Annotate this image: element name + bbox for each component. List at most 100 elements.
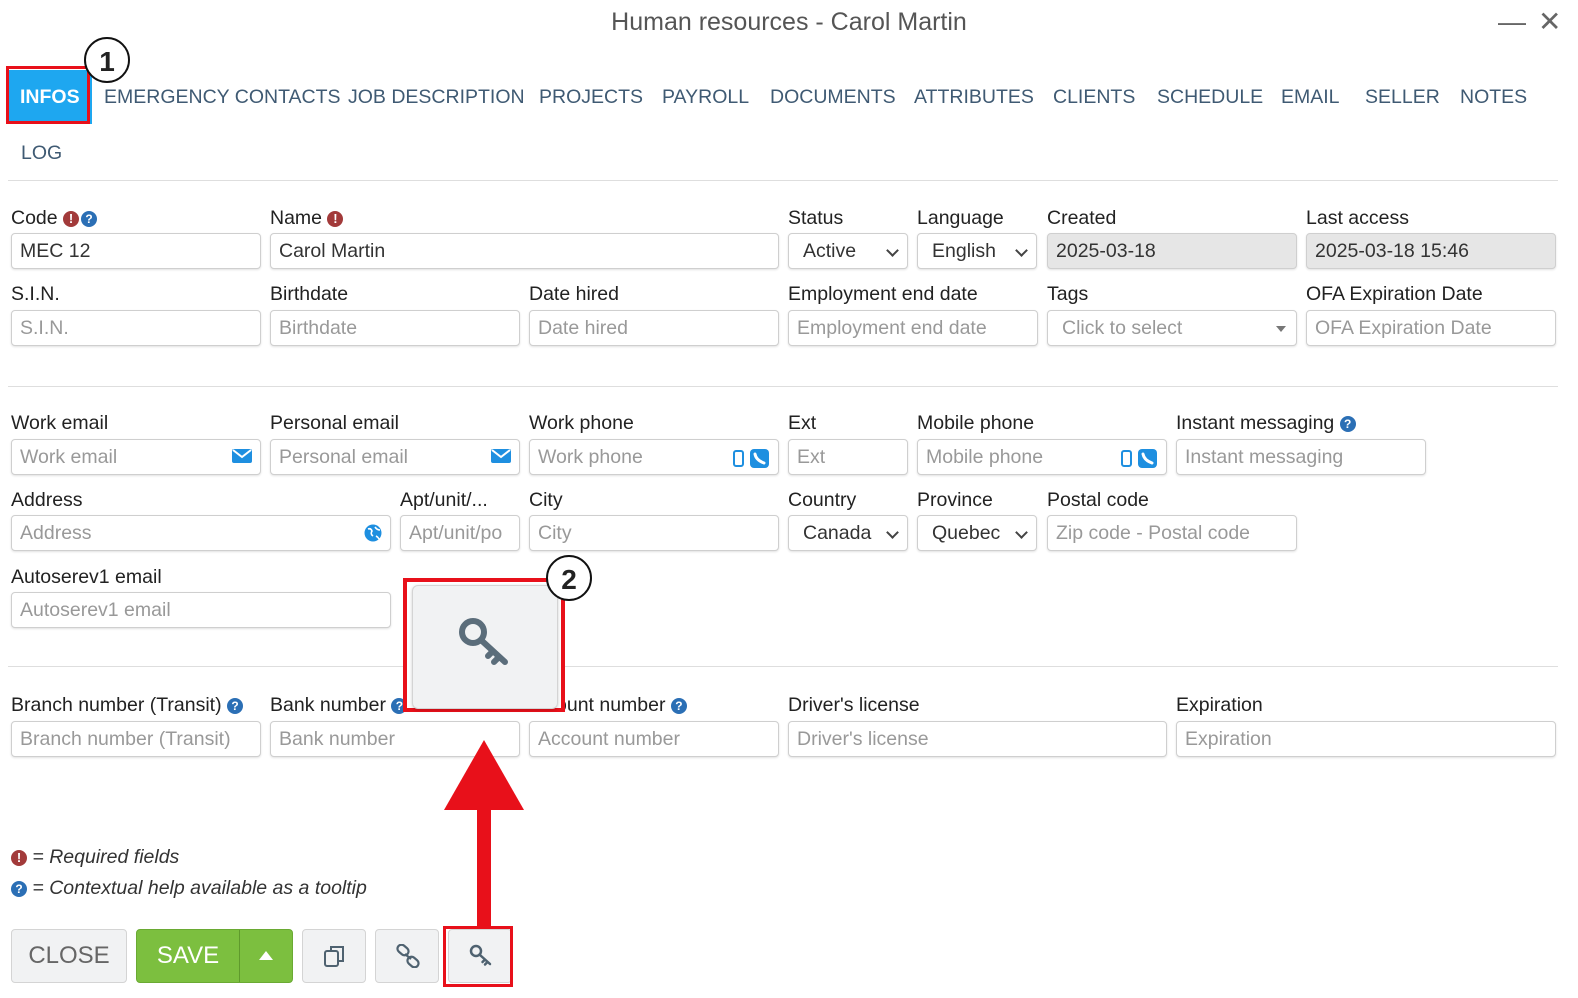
highlight-box-tab xyxy=(6,66,90,124)
sin-label: S.I.N. xyxy=(11,283,60,305)
branch-number-label: Branch number (Transit) ? xyxy=(11,694,244,717)
divider xyxy=(8,386,1558,387)
required-icon: ! xyxy=(11,850,27,866)
required-icon: ! xyxy=(327,211,344,227)
postal-code-label: Postal code xyxy=(1047,489,1149,511)
city-label: City xyxy=(529,489,563,511)
ofa-label: OFA Expiration Date xyxy=(1306,283,1483,305)
birthdate-label: Birthdate xyxy=(270,283,349,305)
ext-field[interactable]: Ext xyxy=(788,439,908,475)
key-button-zoomed xyxy=(412,585,558,709)
personal-email-field[interactable]: Personal email xyxy=(270,439,520,475)
ofa-field[interactable]: OFA Expiration Date xyxy=(1306,310,1556,346)
help-icon[interactable]: ? xyxy=(81,211,98,227)
link-icon xyxy=(396,944,420,968)
tab-notes[interactable]: NOTES xyxy=(1460,86,1527,109)
last-access-label: Last access xyxy=(1306,207,1409,229)
email-icon xyxy=(491,449,511,463)
country-label: Country xyxy=(788,489,857,511)
expiration-field[interactable]: Expiration xyxy=(1176,721,1556,757)
minimize-button[interactable]: — xyxy=(1498,8,1526,36)
apt-label: Apt/unit/... xyxy=(400,489,488,511)
work-phone-field[interactable]: Work phone xyxy=(529,439,779,475)
account-number-label: ount number ? xyxy=(556,694,687,717)
link-button[interactable] xyxy=(375,929,439,983)
required-icon: ! xyxy=(63,211,80,227)
work-phone-label: Work phone xyxy=(529,412,634,434)
apt-field[interactable]: Apt/unit/po xyxy=(400,515,520,551)
tab-documents[interactable]: DOCUMENTS xyxy=(770,86,896,109)
work-email-label: Work email xyxy=(11,412,109,434)
key-icon xyxy=(459,618,508,665)
birthdate-field[interactable]: Birthdate xyxy=(270,310,520,346)
employment-end-field[interactable]: Employment end date xyxy=(788,310,1038,346)
mobile-phone-label: Mobile phone xyxy=(917,412,1035,434)
divider xyxy=(8,180,1558,181)
province-select[interactable]: Quebec xyxy=(917,515,1037,551)
tab-clients[interactable]: CLIENTS xyxy=(1053,86,1135,109)
tab-payroll[interactable]: PAYROLL xyxy=(662,86,749,109)
close-window-button[interactable]: ✕ xyxy=(1538,8,1561,36)
duplicate-button[interactable] xyxy=(302,929,366,983)
highlight-box-key-button xyxy=(443,926,513,987)
employment-end-label: Employment end date xyxy=(788,283,978,305)
help-icon[interactable]: ? xyxy=(1339,416,1356,432)
mobile-icon xyxy=(1121,449,1157,468)
code-label: Code !? xyxy=(11,207,98,230)
copy-icon xyxy=(324,946,344,967)
help-icon[interactable]: ? xyxy=(670,698,687,714)
email-icon xyxy=(232,449,252,463)
autoserev-email-label: Autoserev1 email xyxy=(11,566,162,588)
autoserev-email-field[interactable]: Autoserev1 email xyxy=(11,592,391,628)
tab-projects[interactable]: PROJECTS xyxy=(539,86,643,109)
required-legend: ! = Required fields xyxy=(11,846,179,869)
name-field[interactable]: Carol Martin xyxy=(270,233,779,269)
step-badge-2: 2 xyxy=(546,555,592,601)
expiration-label: Expiration xyxy=(1176,694,1263,716)
tab-job-description[interactable]: JOB DESCRIPTION xyxy=(348,86,525,109)
tab-seller[interactable]: SELLER xyxy=(1365,86,1440,109)
created-field: 2025-03-18 xyxy=(1047,233,1297,269)
globe-icon[interactable] xyxy=(364,524,382,542)
drivers-license-field[interactable]: Driver's license xyxy=(788,721,1167,757)
sin-field[interactable]: S.I.N. xyxy=(11,310,261,346)
address-field[interactable]: Address xyxy=(11,515,391,551)
date-hired-label: Date hired xyxy=(529,283,619,305)
help-icon[interactable]: ? xyxy=(227,698,244,714)
country-select[interactable]: Canada xyxy=(788,515,908,551)
tags-label: Tags xyxy=(1047,283,1089,305)
save-options-button[interactable] xyxy=(240,930,292,982)
tab-schedule[interactable]: SCHEDULE xyxy=(1157,86,1263,109)
personal-email-label: Personal email xyxy=(270,412,399,434)
bank-number-label: Bank number ? xyxy=(270,694,408,717)
step-badge-1: 1 xyxy=(84,37,130,83)
address-label: Address xyxy=(11,489,83,511)
tab-email[interactable]: EMAIL xyxy=(1281,86,1340,109)
tags-select[interactable]: Click to select xyxy=(1047,310,1297,346)
status-select[interactable]: Active xyxy=(788,233,908,269)
tab-log[interactable]: LOG xyxy=(21,142,62,165)
code-field[interactable]: MEC 12 xyxy=(11,233,261,269)
province-label: Province xyxy=(917,489,993,511)
save-button[interactable]: SAVE xyxy=(137,930,239,982)
language-select[interactable]: English xyxy=(917,233,1037,269)
ext-label: Ext xyxy=(788,412,817,434)
date-hired-field[interactable]: Date hired xyxy=(529,310,779,346)
window-title: Human resources - Carol Martin xyxy=(611,8,967,36)
instant-messaging-field[interactable]: Instant messaging xyxy=(1176,439,1426,475)
close-button[interactable]: CLOSE xyxy=(11,929,127,983)
tab-emergency-contacts[interactable]: EMERGENCY CONTACTS xyxy=(104,86,341,109)
status-label: Status xyxy=(788,207,844,229)
divider xyxy=(8,666,1558,667)
work-email-field[interactable]: Work email xyxy=(11,439,261,475)
last-access-field: 2025-03-18 15:46 xyxy=(1306,233,1556,269)
account-number-field[interactable]: Account number xyxy=(529,721,779,757)
tab-attributes[interactable]: ATTRIBUTES xyxy=(914,86,1034,109)
branch-number-field[interactable]: Branch number (Transit) xyxy=(11,721,261,757)
postal-code-field[interactable]: Zip code - Postal code xyxy=(1047,515,1297,551)
city-field[interactable]: City xyxy=(529,515,779,551)
name-label: Name ! xyxy=(270,207,344,230)
arrow-up-icon xyxy=(444,740,524,928)
drivers-license-label: Driver's license xyxy=(788,694,920,716)
mobile-phone-field[interactable]: Mobile phone xyxy=(917,439,1167,475)
